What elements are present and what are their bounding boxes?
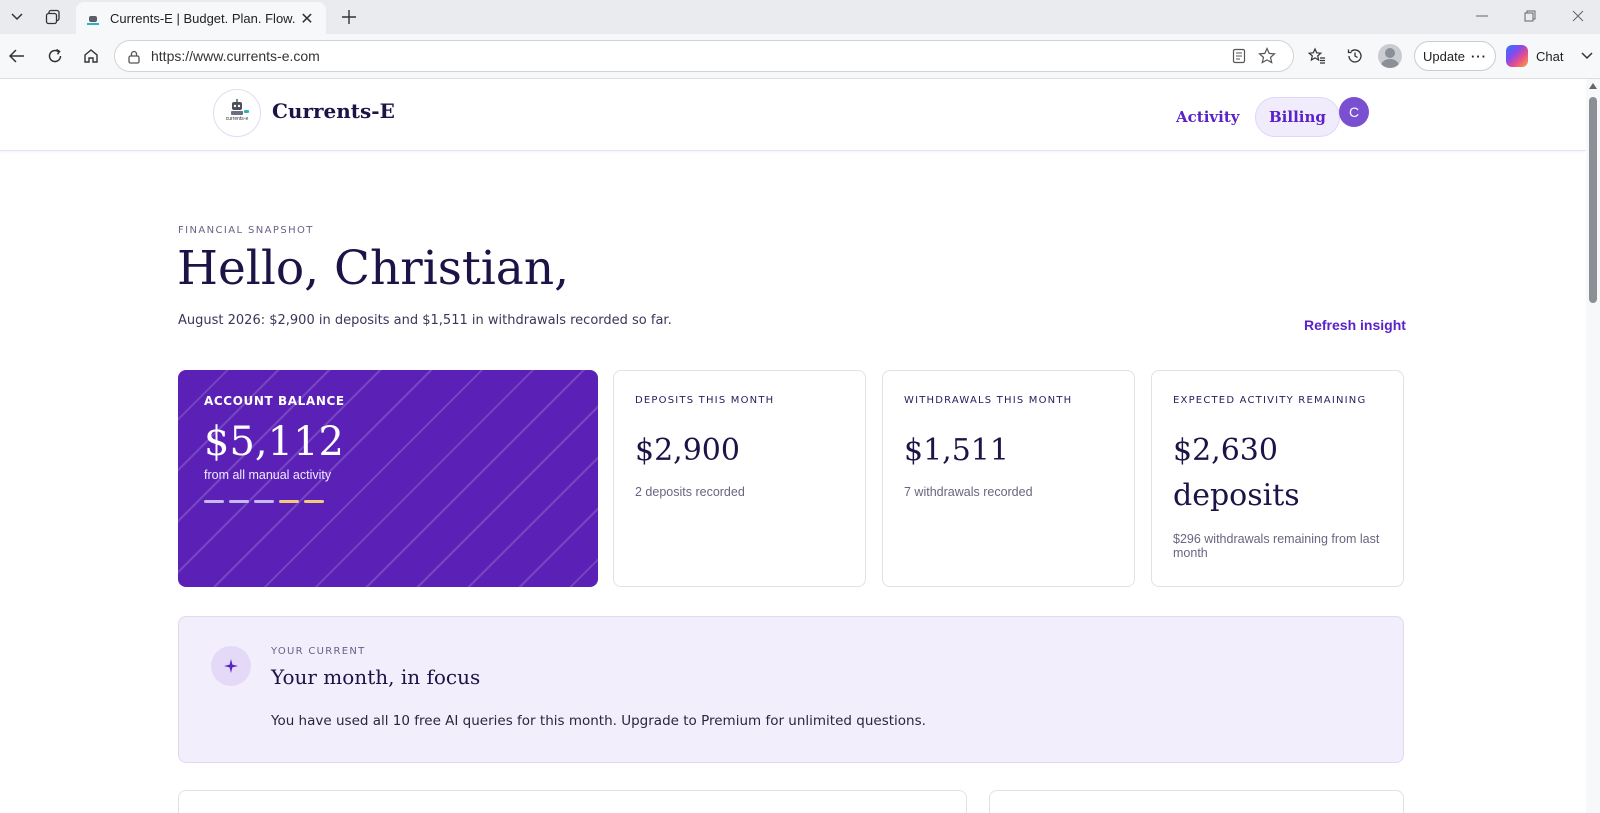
month-summary: August 2026: $2,900 in deposits and $1,5… <box>178 313 672 328</box>
page-title: Hello, Christian, <box>177 241 570 296</box>
balance-label: ACCOUNT BALANCE <box>204 394 345 408</box>
withdrawals-note: 7 withdrawals recorded <box>904 485 1033 499</box>
tab-list-chevron-icon[interactable] <box>4 5 30 29</box>
expected-value-amount: $2,630 <box>1173 433 1278 468</box>
robot-logo-icon <box>231 99 249 115</box>
balance-progress-dashes <box>204 500 572 503</box>
address-bar[interactable]: https://www.currents-e.com <box>114 40 1294 72</box>
profile-avatar-icon[interactable] <box>1378 44 1402 68</box>
insight-text: You have used all 10 free AI queries for… <box>271 713 926 729</box>
dash <box>204 500 224 503</box>
window-close-icon[interactable] <box>1558 4 1598 28</box>
dash <box>304 500 324 503</box>
close-tab-icon[interactable]: ✕ <box>298 9 316 28</box>
new-tab-plus-icon[interactable] <box>336 4 362 30</box>
insight-eyebrow: YOUR CURRENT <box>271 646 366 657</box>
deposits-note: 2 deposits recorded <box>635 485 745 499</box>
update-button[interactable]: Update ··· <box>1414 41 1496 71</box>
insight-title: Your month, in focus <box>271 665 481 689</box>
sparkle-icon <box>211 646 251 686</box>
active-tab[interactable]: Currents-E | Budget. Plan. Flow. ✕ <box>76 2 326 34</box>
nav-activity-link[interactable]: Activity <box>1176 97 1239 137</box>
withdrawals-value: $1,511 <box>904 433 1009 468</box>
withdrawals-card: WITHDRAWALS THIS MONTH $1,511 7 withdraw… <box>882 370 1135 587</box>
minimize-icon[interactable] <box>1462 4 1502 28</box>
favorites-icon[interactable] <box>1304 44 1330 68</box>
copilot-icon <box>1506 45 1528 67</box>
brand-name[interactable]: Currents-E <box>272 99 395 123</box>
balance-note: from all manual activity <box>204 468 332 482</box>
lower-card-right <box>989 790 1404 813</box>
site-favicon-icon <box>86 12 100 25</box>
dash <box>279 500 299 503</box>
expected-value-kind: deposits <box>1173 478 1300 513</box>
toolbar-chevron-down-icon[interactable] <box>1578 46 1596 66</box>
browser-tab-bar: Currents-E | Budget. Plan. Flow. ✕ <box>0 0 1600 34</box>
refresh-insight-link[interactable]: Refresh insight <box>1304 317 1406 333</box>
home-icon[interactable] <box>78 43 104 69</box>
nav-billing-link[interactable]: Billing <box>1255 97 1340 137</box>
tab-title: Currents-E | Budget. Plan. Flow. <box>110 10 296 26</box>
update-button-label: Update <box>1423 48 1465 64</box>
site-header: currents-e Currents-E Activity Billing C <box>0 79 1586 151</box>
hero-eyebrow: FINANCIAL SNAPSHOT <box>178 225 314 236</box>
chat-button-label: Chat <box>1536 48 1564 64</box>
expected-note: $296 withdrawals remaining from last mon… <box>1173 532 1380 560</box>
scroll-thumb[interactable] <box>1589 97 1597 303</box>
page-scrollbar[interactable] <box>1586 79 1600 813</box>
page-viewport: currents-e Currents-E Activity Billing C… <box>0 78 1600 813</box>
balance-value: $5,112 <box>204 419 344 465</box>
lock-icon[interactable] <box>127 49 141 64</box>
history-icon[interactable] <box>1342 44 1368 68</box>
user-avatar[interactable]: C <box>1339 97 1369 127</box>
withdrawals-label: WITHDRAWALS THIS MONTH <box>904 395 1073 406</box>
deposits-label: DEPOSITS THIS MONTH <box>635 395 775 406</box>
dash <box>254 500 274 503</box>
deposits-card: DEPOSITS THIS MONTH $2,900 2 deposits re… <box>613 370 866 587</box>
expected-value: $2,630 deposits <box>1173 428 1382 518</box>
deposits-value: $2,900 <box>635 433 740 468</box>
workspaces-icon[interactable] <box>40 5 66 29</box>
expected-activity-card: EXPECTED ACTIVITY REMAINING $2,630 depos… <box>1151 370 1404 587</box>
restore-icon[interactable] <box>1510 4 1550 28</box>
expected-label: EXPECTED ACTIVITY REMAINING <box>1173 395 1367 406</box>
browser-toolbar: https://www.currents-e.com Update ··· Ch… <box>0 34 1600 78</box>
reader-view-icon[interactable] <box>1225 44 1253 68</box>
url-text[interactable]: https://www.currents-e.com <box>151 48 1225 64</box>
more-dots-icon: ··· <box>1470 48 1487 64</box>
back-arrow-icon[interactable] <box>4 43 30 69</box>
reload-icon[interactable] <box>42 43 68 69</box>
lower-card-left <box>178 790 967 813</box>
account-balance-card: ACCOUNT BALANCE $5,112 from all manual a… <box>178 370 598 587</box>
copilot-chat-button[interactable]: Chat <box>1506 41 1576 71</box>
scroll-up-arrow-icon[interactable] <box>1589 83 1597 89</box>
brand-logo[interactable]: currents-e <box>213 89 261 137</box>
dash <box>229 500 249 503</box>
insight-panel: YOUR CURRENT Your month, in focus You ha… <box>178 616 1404 763</box>
favorite-star-icon[interactable] <box>1253 44 1281 68</box>
